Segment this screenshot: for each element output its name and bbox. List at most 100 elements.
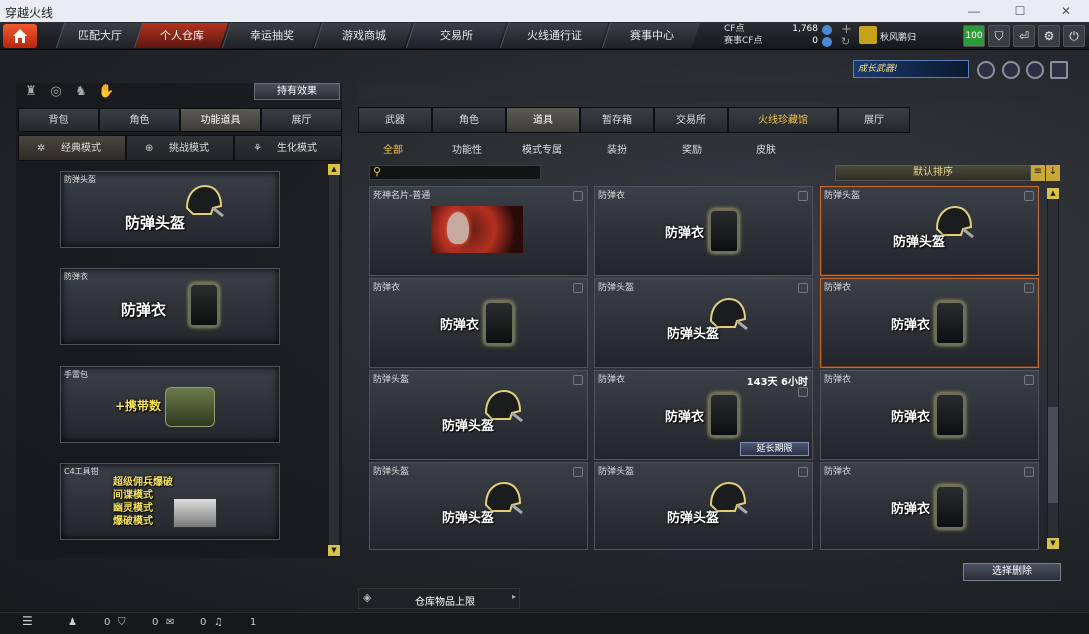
lock-icon (573, 191, 583, 201)
sub-tab[interactable]: 模式专属 (522, 141, 562, 156)
extend-button[interactable]: 延长期限 (740, 442, 809, 456)
window-titlebar: 穿越火线 — ☐ ✕ (0, 0, 1089, 22)
emblem-icon-3[interactable] (1026, 61, 1044, 79)
grid-item-card[interactable]: 防弹衣 143天 6小时 防弹衣 延长期限 (594, 370, 813, 460)
level-badge[interactable]: 100 (963, 25, 985, 47)
left-item-card[interactable]: 防弹头盔 防弹头盔 (60, 171, 280, 248)
select-delete-button[interactable]: 选择删除 (963, 563, 1061, 581)
gear-icon[interactable]: ⚙ (1038, 25, 1060, 47)
right-scrollbar[interactable]: ▲ ▼ (1047, 188, 1059, 549)
search-input[interactable]: ⚲ (369, 165, 541, 180)
scroll-down-icon[interactable]: ▼ (1047, 538, 1059, 549)
scroll-up-icon[interactable]: ▲ (1047, 188, 1059, 199)
item-name: 防弹衣 (824, 467, 852, 477)
mode-tab[interactable]: ⚘ 生化模式 (234, 135, 342, 161)
power-icon[interactable]: ⏻ (1063, 25, 1085, 47)
nav-tab[interactable]: 火线通行证 (499, 23, 609, 48)
mode-tab[interactable]: ⊕ 挑战模式 (126, 135, 234, 161)
grid-item-card[interactable]: 防弹头盔 防弹头盔 (594, 462, 813, 550)
scroll-thumb[interactable] (1048, 407, 1058, 503)
sort-direction-icon[interactable]: ↓ (1046, 165, 1060, 181)
match-cf-value: 0 (812, 36, 818, 46)
right-tab[interactable]: 道具 (506, 107, 580, 133)
item-text: 防弹衣 (891, 318, 931, 333)
left-scrollbar[interactable]: ▲ ▼ (328, 164, 340, 556)
figure-icon[interactable]: ♞ (73, 84, 89, 100)
left-tab[interactable]: 展厅 (261, 108, 342, 132)
grid-item-card[interactable]: 防弹头盔 防弹头盔 (369, 462, 588, 550)
scroll-down-icon[interactable]: ▼ (328, 545, 340, 556)
nav-tab[interactable]: 游戏商城 (313, 23, 413, 48)
cycle-icon[interactable]: ◎ (48, 84, 64, 100)
close-icon[interactable]: ✕ (1043, 0, 1089, 22)
sub-tab[interactable]: 功能性 (452, 141, 482, 156)
effects-button[interactable]: 持有效果 (254, 83, 340, 100)
exit-room-icon[interactable]: ⏎ (1013, 25, 1035, 47)
left-item-card[interactable]: 手雷包 +携带数 (60, 366, 280, 443)
team-icon[interactable]: ♜ (23, 84, 39, 100)
item-text: 防弹头盔 (667, 327, 720, 342)
scroll-up-icon[interactable]: ▲ (328, 164, 340, 175)
shield-icon[interactable]: ⛉ (988, 25, 1010, 47)
rank-badge-icon (859, 26, 877, 44)
left-tab[interactable]: 角色 (99, 108, 180, 132)
right-tab[interactable]: 展厅 (838, 107, 910, 133)
grid-item-card[interactable]: 防弹头盔 防弹头盔 (369, 370, 588, 460)
left-tab[interactable]: 功能道具 (180, 108, 261, 132)
right-tab[interactable]: 暂存箱 (580, 107, 654, 133)
expand-icon: ▸ (511, 592, 516, 601)
grid-item-card[interactable]: 防弹衣 防弹衣 (820, 462, 1039, 550)
grid-item-card[interactable]: 死神名片-普通 (369, 186, 588, 276)
nav-tab-label: 个人仓库 (159, 29, 204, 42)
grid-item-card[interactable]: 防弹衣 防弹衣 (369, 278, 588, 368)
match-coin-icon (822, 37, 832, 47)
left-tab[interactable]: 背包 (18, 108, 99, 132)
bag-icon[interactable]: ✋ (98, 84, 114, 100)
friends-icon[interactable]: ♟ (68, 617, 77, 628)
mode-icon: ⚘ (253, 143, 262, 154)
chat-icon[interactable]: ✉ (166, 617, 174, 628)
refresh-icon[interactable]: ↻ (841, 35, 850, 48)
skull-icon (447, 212, 469, 244)
grid-item-card[interactable]: 防弹头盔 防弹头盔 (820, 186, 1039, 276)
emblem-icon-1[interactable] (977, 61, 995, 79)
right-tab[interactable]: 武器 (358, 107, 432, 133)
home-button[interactable] (3, 24, 37, 48)
item-name: 防弹衣 (824, 375, 852, 385)
lock-icon (1024, 467, 1034, 477)
grid-item-card[interactable]: 防弹衣 防弹衣 (820, 370, 1039, 460)
sub-tab[interactable]: 装扮 (607, 141, 627, 156)
grid-item-card[interactable]: 防弹衣 防弹衣 (594, 186, 813, 276)
mode-tab[interactable]: ✲ 经典模式 (18, 135, 126, 161)
nav-tab[interactable]: 个人仓库 (133, 23, 229, 48)
capacity-label: 仓库物品上限 (415, 597, 475, 608)
list-view-icon[interactable]: ≡ (1031, 165, 1045, 181)
shield-status-icon[interactable]: ⛉ (118, 617, 126, 628)
nav-tab-label: 交易所 (440, 29, 473, 42)
promo-banner[interactable]: 成长武器! (853, 60, 969, 78)
left-item-card[interactable]: C4工具钳 超级佣兵爆破 间谍模式 幽灵模式 爆破模式 (60, 463, 280, 540)
nav-tab[interactable]: 交易所 (405, 23, 507, 48)
minimize-icon[interactable]: — (951, 0, 997, 22)
nav-tab[interactable]: 匹配大厅 (55, 23, 143, 48)
grid-item-card[interactable]: 防弹衣 防弹衣 (820, 278, 1039, 368)
emblem-icon-2[interactable] (1002, 61, 1020, 79)
right-tab[interactable]: 交易所 (654, 107, 728, 133)
speaker-icon[interactable]: ♫ (214, 617, 223, 628)
nav-tab[interactable]: 赛事中心 (601, 23, 701, 48)
emblem-icon-4[interactable] (1050, 61, 1068, 79)
sort-dropdown[interactable]: 默认排序 (835, 165, 1031, 181)
nav-tab-label: 幸运抽奖 (249, 29, 294, 42)
right-tab[interactable]: 火线珍藏馆 (728, 107, 838, 133)
left-item-card[interactable]: 防弹衣 防弹衣 (60, 268, 280, 345)
sub-tab[interactable]: 全部 (383, 141, 403, 156)
capacity-bar[interactable]: ◈ 仓库物品上限 ▸ (358, 588, 520, 609)
maximize-icon[interactable]: ☐ (997, 0, 1043, 22)
menu-icon[interactable]: ☰ (22, 614, 33, 628)
nav-tab[interactable]: 幸运抽奖 (221, 23, 321, 48)
item-name: 防弹头盔 (373, 375, 410, 385)
right-tab[interactable]: 角色 (432, 107, 506, 133)
sub-tab[interactable]: 皮肤 (756, 141, 776, 156)
grid-item-card[interactable]: 防弹头盔 防弹头盔 (594, 278, 813, 368)
sub-tab[interactable]: 奖励 (682, 141, 702, 156)
